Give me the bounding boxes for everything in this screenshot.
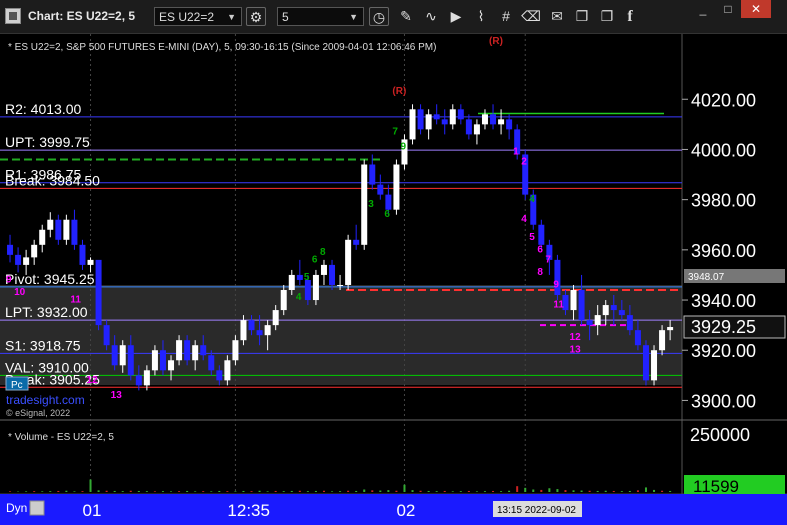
dyn-label[interactable]: Dyn	[6, 501, 27, 515]
time-label-0: 01	[83, 501, 102, 520]
crosshair-time: 13:15 2022-09-02	[497, 505, 576, 516]
time-axis-overlay: Dyn 0112:35021 13:15 2022-09-02	[6, 500, 582, 520]
time-label-2: 02	[396, 501, 415, 520]
settings-icon[interactable]	[29, 500, 45, 516]
time-label-1: 12:35	[227, 501, 270, 520]
